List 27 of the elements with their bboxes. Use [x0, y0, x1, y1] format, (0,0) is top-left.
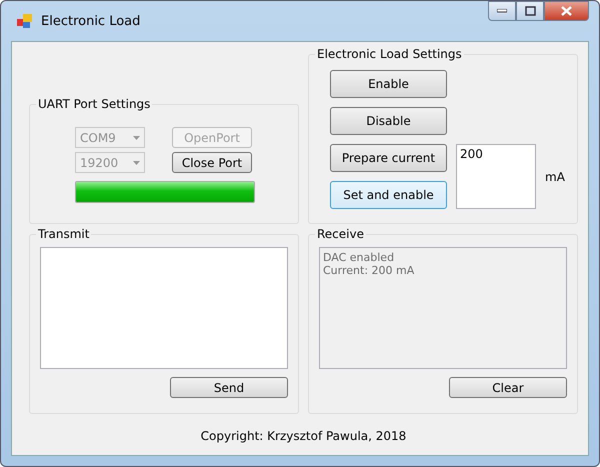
received-line: Current: 200 mA — [323, 264, 416, 277]
close-button[interactable] — [544, 1, 589, 21]
action-button[interactable]: Set and enable — [330, 181, 447, 209]
close-port-button[interactable]: Close Port — [172, 152, 252, 173]
action-button[interactable]: Prepare current — [330, 144, 447, 172]
receive-textarea[interactable]: DAC enabled Current: 200 mA — [319, 247, 567, 369]
copyright-text: Copyright: Krzysztof Pawula, 2018 — [200, 429, 406, 443]
close-icon — [561, 6, 572, 16]
current-field[interactable]: 200 — [456, 144, 536, 209]
action-button[interactable]: Enable — [330, 70, 447, 98]
group-title: Transmit — [36, 227, 92, 241]
minimize-icon — [497, 9, 507, 13]
maximize-button[interactable] — [516, 1, 544, 21]
group-title: Receive — [315, 227, 366, 241]
maximize-icon — [524, 6, 536, 16]
unit-label: mA — [545, 170, 566, 184]
dropdown-arrow-icon — [133, 160, 140, 164]
group-title: UART Port Settings — [36, 97, 152, 111]
received-line: DAC enabled — [323, 251, 396, 264]
send-button[interactable]: Send — [170, 377, 288, 398]
action-button[interactable]: Disable — [330, 107, 447, 135]
dropdown-arrow-icon — [133, 136, 140, 140]
clear-button[interactable]: Clear — [449, 377, 567, 398]
group-title: Electronic Load Settings — [315, 47, 464, 61]
app-icon — [17, 14, 33, 28]
window-title: Electronic Load — [41, 14, 142, 28]
minimize-button[interactable] — [488, 1, 516, 21]
